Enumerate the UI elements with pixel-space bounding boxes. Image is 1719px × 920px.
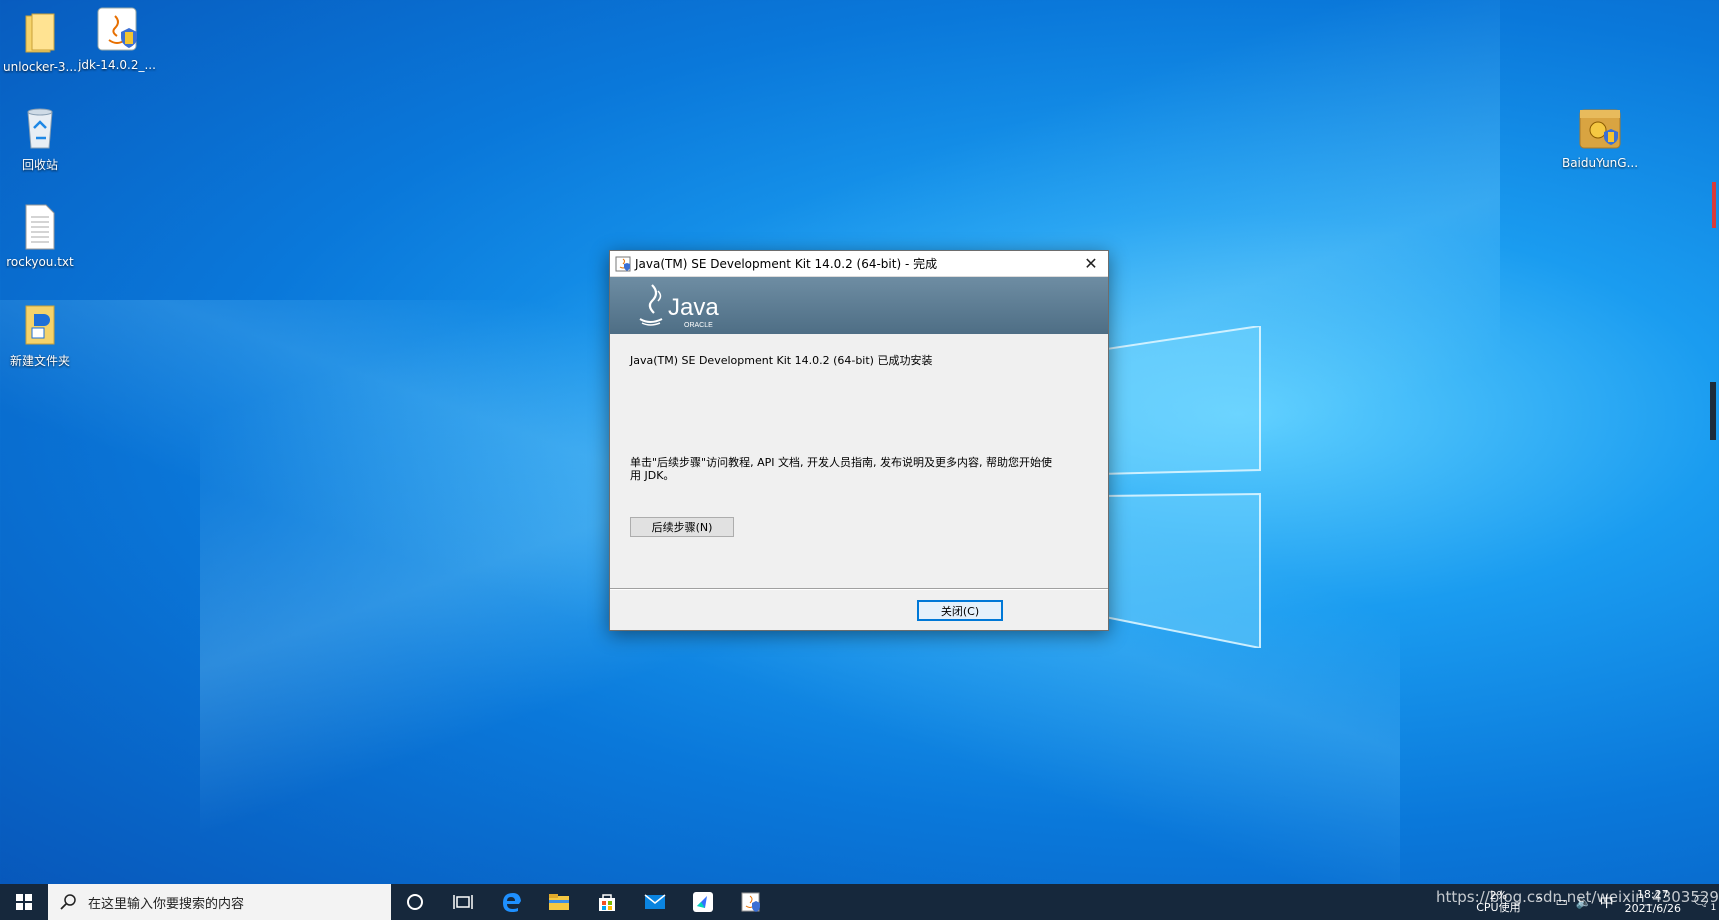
- desktop-icon-label: rockyou.txt: [6, 255, 74, 269]
- clock-date: 2021/6/26: [1624, 902, 1681, 915]
- taskbar-edge[interactable]: [487, 884, 535, 920]
- taskbar-file-explorer[interactable]: [535, 884, 583, 920]
- clock-time: 18:27: [1636, 888, 1669, 901]
- edge-indicator: [1712, 182, 1716, 228]
- notification-icon: 🗨: [1691, 891, 1711, 910]
- desktop-icon-recycle-bin[interactable]: 回收站: [0, 104, 80, 173]
- mail-icon: [644, 894, 666, 909]
- desktop-icon-label: jdk-14.0.2_...: [78, 58, 156, 72]
- java-installer-icon: [95, 6, 139, 54]
- jdk-installer-dialog: Java(TM) SE Development Kit 14.0.2 (64-b…: [609, 250, 1109, 631]
- search-icon: [60, 894, 76, 910]
- cpu-usage-widget[interactable]: 2% CPU使用: [1476, 890, 1520, 914]
- task-view-button[interactable]: [439, 884, 487, 920]
- oracle-logo-text: ORACLE: [684, 322, 713, 329]
- input-method-indicator[interactable]: 中: [1595, 892, 1619, 912]
- notification-center-button[interactable]: 🗨1: [1689, 892, 1719, 913]
- desktop-icon-unlocker[interactable]: unlocker-3...: [0, 8, 80, 74]
- java-logo-text: Java: [668, 294, 719, 321]
- taskbar-feishu[interactable]: [679, 884, 727, 920]
- desktop-icon-label: unlocker-3...: [3, 60, 77, 74]
- taskbar-mail[interactable]: [631, 884, 679, 920]
- taskbar-store[interactable]: [583, 884, 631, 920]
- start-button[interactable]: [0, 884, 48, 920]
- windows-wallpaper-logo: [1099, 324, 1380, 650]
- file-explorer-icon: [549, 894, 569, 910]
- desktop-icon-label: BaiduYunG...: [1561, 156, 1639, 170]
- desktop-icon-label: 回收站: [21, 158, 58, 172]
- notification-count: 1: [1710, 902, 1717, 913]
- divider: [610, 588, 1108, 590]
- desktop-icon-rockyou[interactable]: rockyou.txt: [0, 203, 80, 269]
- baidu-installer-icon: [1578, 104, 1622, 152]
- cortana-button[interactable]: [391, 884, 439, 920]
- folder-icon: [18, 300, 62, 348]
- cortana-icon: [407, 894, 423, 910]
- dialog-title: Java(TM) SE Development Kit 14.0.2 (64-b…: [635, 257, 938, 271]
- taskbar: 在这里输入你要搜索的内容 2% CPU使用 ⌃ ▭ 🔈 中 18:27 2021…: [0, 884, 1719, 920]
- task-view-icon: [453, 895, 473, 909]
- edge-browser-icon: [503, 893, 521, 912]
- java-banner: Java ORACLE: [610, 277, 1108, 334]
- network-icon[interactable]: ▭: [1551, 895, 1573, 910]
- dialog-footer: 关闭(C): [610, 593, 1108, 629]
- text-file-icon: [18, 203, 62, 251]
- edge-indicator: [1710, 382, 1716, 440]
- clock[interactable]: 18:27 2021/6/26: [1625, 888, 1681, 916]
- taskbar-search-box[interactable]: 在这里输入你要搜索的内容: [48, 884, 391, 920]
- installer-app-icon: [615, 256, 631, 272]
- windows-icon: [16, 894, 32, 910]
- desktop-icon-baidu-installer[interactable]: BaiduYunG...: [1560, 104, 1640, 170]
- taskbar-java-installer[interactable]: [727, 884, 775, 920]
- volume-icon[interactable]: 🔈: [1573, 895, 1595, 910]
- next-steps-description: 单击"后续步骤"访问教程, API 文档, 开发人员指南, 发布说明及更多内容,…: [630, 456, 1052, 482]
- java-logo: Java ORACLE: [639, 284, 719, 329]
- dialog-content: Java(TM) SE Development Kit 14.0.2 (64-b…: [610, 334, 1108, 593]
- cpu-label: CPU使用: [1476, 901, 1521, 914]
- install-success-message: Java(TM) SE Development Kit 14.0.2 (64-b…: [630, 354, 933, 367]
- search-placeholder: 在这里输入你要搜索的内容: [88, 896, 245, 912]
- folder-icon: [18, 8, 62, 56]
- next-steps-button[interactable]: 后续步骤(N): [630, 517, 734, 537]
- recycle-bin-icon: [18, 104, 62, 152]
- desktop-icon-label: 新建文件夹: [9, 354, 70, 368]
- java-installer-icon: [741, 892, 760, 912]
- dialog-titlebar[interactable]: Java(TM) SE Development Kit 14.0.2 (64-b…: [610, 251, 1108, 277]
- store-icon: [599, 894, 615, 911]
- chevron-up-icon[interactable]: ⌃: [1529, 895, 1551, 910]
- close-icon[interactable]: ✕: [1074, 251, 1108, 276]
- close-button[interactable]: 关闭(C): [917, 600, 1003, 621]
- desktop-icon-jdk-installer[interactable]: jdk-14.0.2_...: [77, 6, 157, 72]
- app-icon: [693, 892, 713, 912]
- desktop-icon-new-folder[interactable]: 新建文件夹: [0, 300, 80, 369]
- system-tray: 2% CPU使用 ⌃ ▭ 🔈 中 18:27 2021/6/26 🗨1: [1476, 884, 1719, 920]
